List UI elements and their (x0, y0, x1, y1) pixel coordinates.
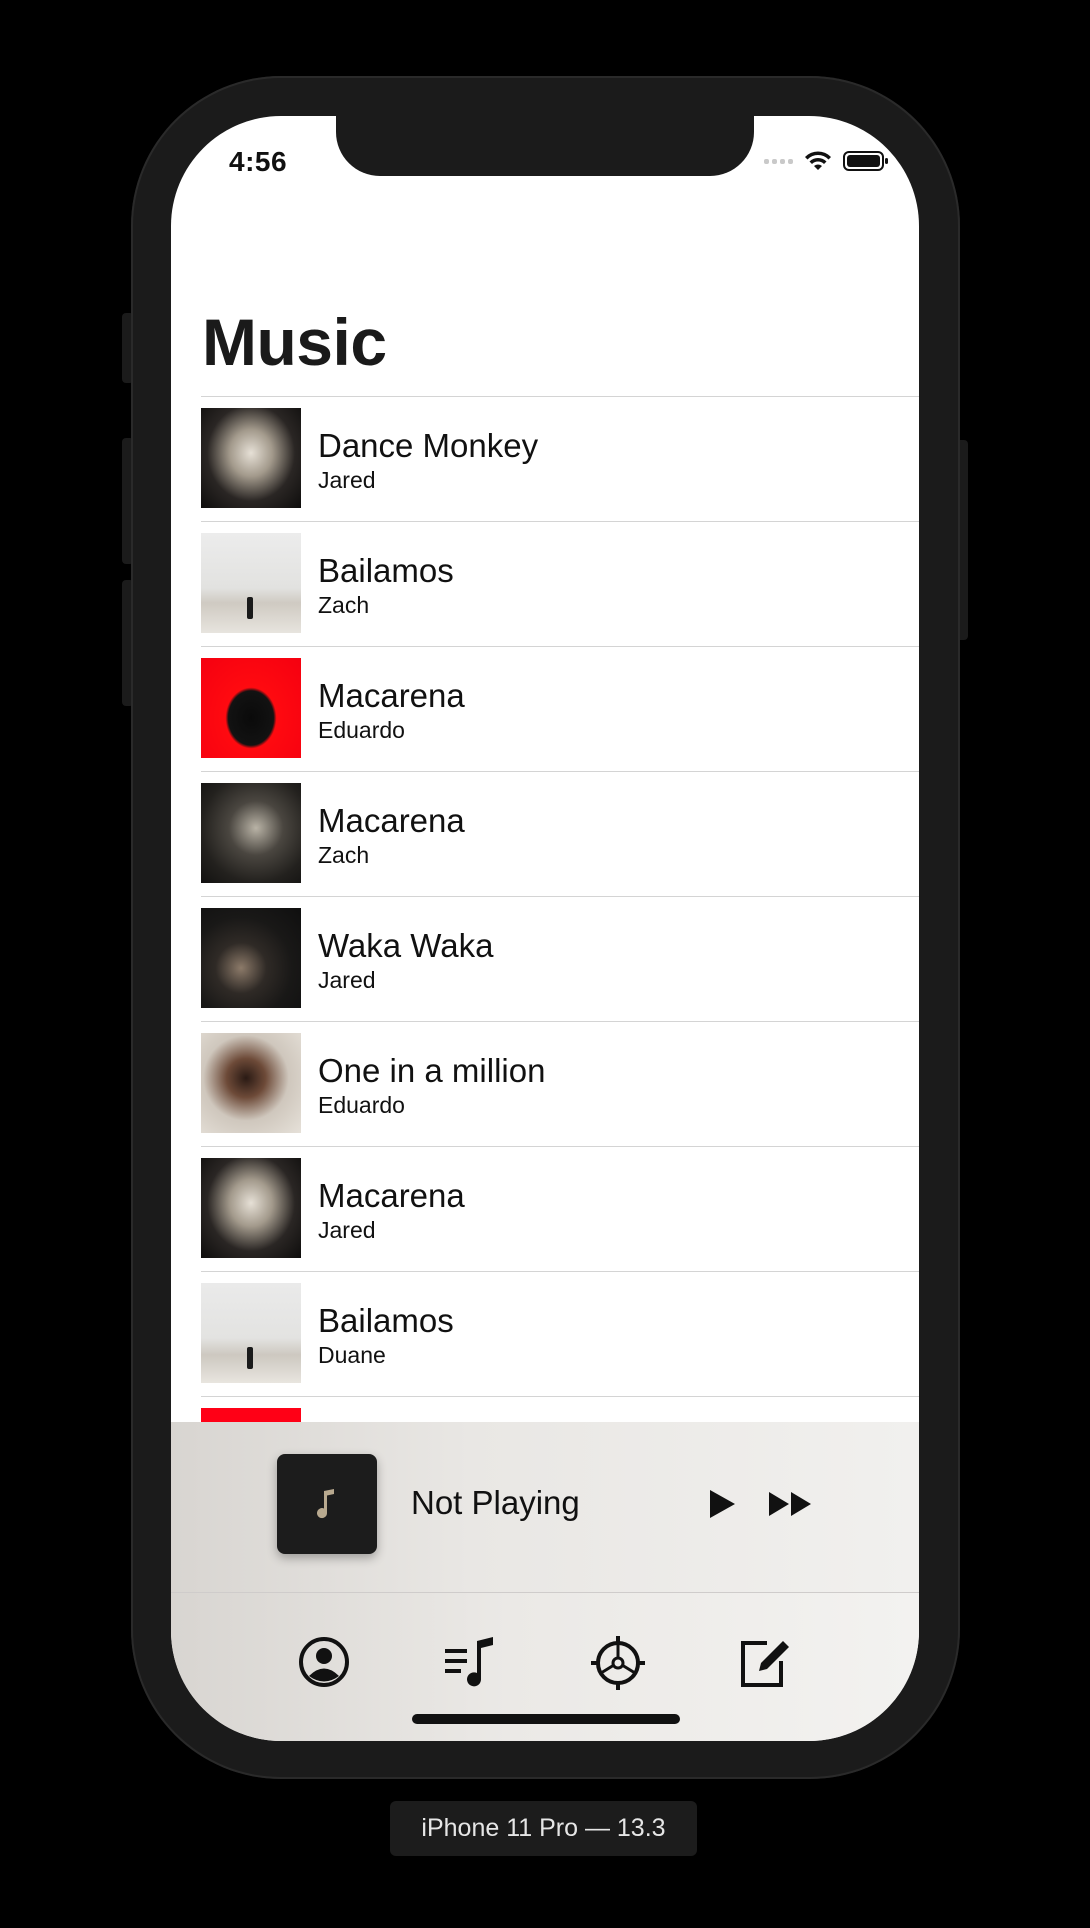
fast-forward-icon (769, 1492, 811, 1516)
notch (336, 116, 754, 176)
song-artist: Zach (318, 842, 370, 868)
mini-player[interactable]: Not Playing (171, 1422, 919, 1592)
song-title: Macarena (318, 677, 465, 714)
song-title: Bailamos (318, 552, 454, 589)
cellular-signal-icon (764, 158, 793, 164)
compose-icon (741, 1641, 789, 1687)
song-title: One in a million (318, 1052, 546, 1089)
song-artist: Jared (318, 1217, 376, 1243)
status-time: 4:56 (229, 146, 288, 177)
song-row[interactable]: Dance Monkey Jared (201, 397, 919, 522)
album-art-hands (201, 408, 301, 508)
tab-profile[interactable] (297, 1635, 351, 1694)
album-art-city (201, 908, 301, 1008)
tab-settings[interactable] (590, 1635, 646, 1696)
album-art-red (201, 658, 301, 758)
song-row[interactable]: Bailamos Duane (201, 1272, 919, 1397)
song-row[interactable]: Waka Waka Jared (201, 897, 919, 1022)
fast-forward-button[interactable] (767, 1490, 815, 1523)
song-title: Bailamos (318, 1302, 454, 1339)
song-row[interactable]: Bailamos Zach (201, 522, 919, 647)
play-icon (710, 1490, 735, 1518)
album-art-flowers (201, 1033, 301, 1133)
page-title: Music (202, 305, 387, 379)
music-note-icon (317, 1489, 334, 1519)
song-row[interactable]: One in a million Eduardo (201, 1022, 919, 1147)
home-indicator[interactable] (412, 1714, 680, 1724)
battery-icon (843, 151, 888, 171)
song-title: Waka Waka (318, 927, 494, 964)
album-art-portrait (201, 783, 301, 883)
playlist-icon (445, 1637, 493, 1687)
song-artist: Zach (318, 592, 370, 618)
simulator-device-label: iPhone 11 Pro — 13.3 (390, 1801, 697, 1856)
tab-compose[interactable] (737, 1635, 791, 1696)
song-artist: Jared (318, 467, 376, 493)
wifi-icon (805, 151, 831, 170)
song-row[interactable]: Macarena Eduardo (201, 647, 919, 772)
play-button[interactable] (707, 1488, 737, 1525)
settings-icon (591, 1636, 645, 1690)
song-row[interactable]: Macarena Jared (201, 1147, 919, 1272)
profile-icon (299, 1637, 349, 1687)
song-artist: Eduardo (318, 717, 405, 743)
song-title: Macarena (318, 1177, 465, 1214)
simulator-stage: 4:56 Music Dance Monkey Jared Bailamos Z… (0, 0, 1090, 1928)
song-list[interactable]: Dance Monkey Jared Bailamos Zach Macaren… (201, 396, 919, 1540)
tab-playlist[interactable] (443, 1635, 501, 1694)
album-art-hands (201, 1158, 301, 1258)
album-art-beach (201, 533, 301, 633)
song-artist: Jared (318, 967, 376, 993)
now-playing-title: Not Playing (411, 1484, 580, 1521)
player-artwork (277, 1454, 377, 1554)
album-art-beach (201, 1283, 301, 1383)
status-icons (764, 150, 889, 172)
song-row[interactable]: Macarena Zach (201, 772, 919, 897)
song-title: Dance Monkey (318, 427, 539, 464)
song-title: Macarena (318, 802, 465, 839)
device-screen: 4:56 Music Dance Monkey Jared Bailamos Z… (171, 116, 919, 1741)
song-artist: Duane (318, 1342, 386, 1368)
song-artist: Eduardo (318, 1092, 405, 1118)
